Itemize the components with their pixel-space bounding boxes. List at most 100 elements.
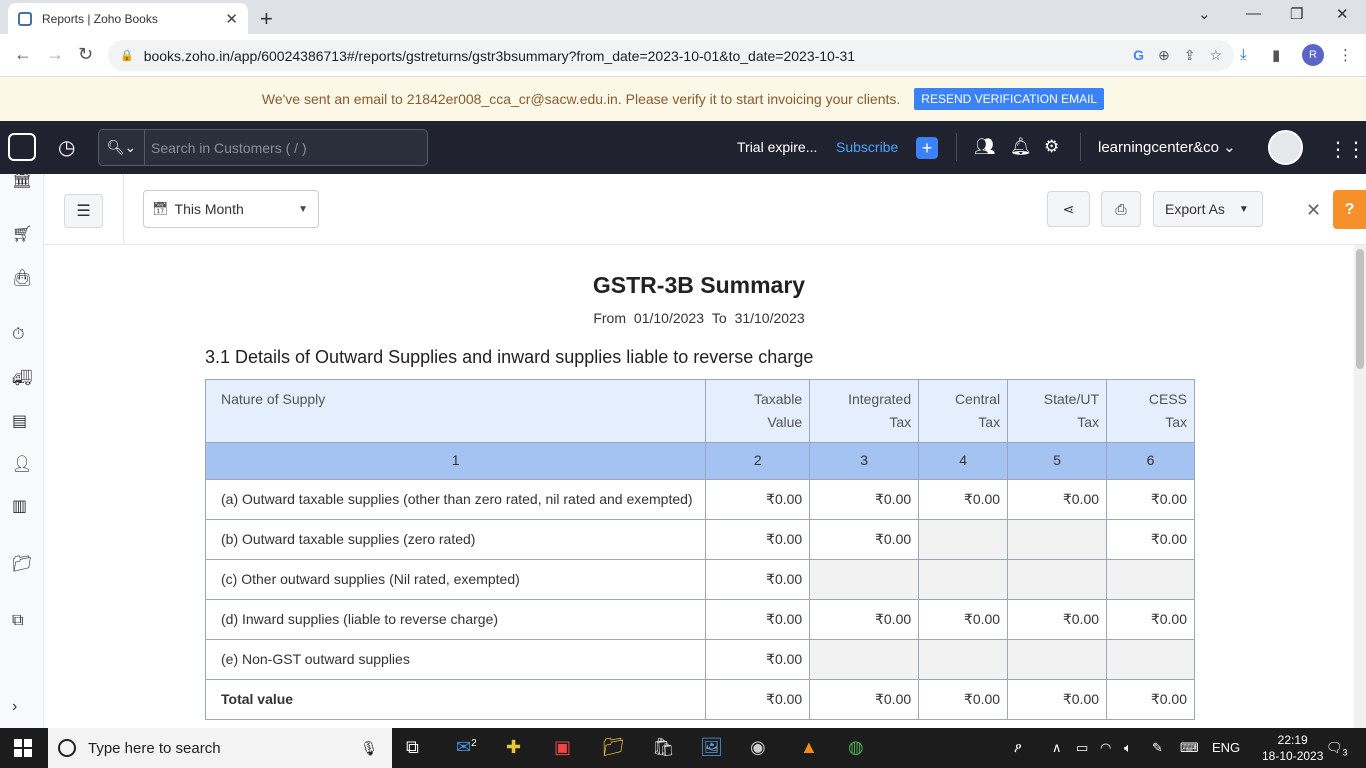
wifi-icon[interactable]: ◠: [1100, 740, 1111, 756]
people-icon[interactable]: ዖ: [1014, 740, 1022, 756]
notifications-icon[interactable]: 🗨︎3: [1326, 740, 1348, 758]
bank-icon[interactable]: 🏛︎: [12, 170, 32, 190]
date-range-select[interactable]: 📅︎ This Month ▼: [143, 190, 319, 228]
tax-document-icon[interactable]: ▤: [12, 411, 27, 431]
subscribe-link[interactable]: Subscribe: [836, 139, 898, 155]
search-input[interactable]: [145, 139, 405, 156]
timer-icon[interactable]: ⏱︎: [12, 326, 24, 344]
integrations-icon[interactable]: ⧉: [12, 612, 23, 630]
total-label: Total value: [204, 679, 707, 720]
new-tab-icon[interactable]: +: [260, 6, 273, 32]
search-icon[interactable]: 🔍︎⌄: [99, 130, 145, 165]
store-icon[interactable]: 🛍︎: [652, 737, 675, 758]
address-bar[interactable]: 🔒 books.zoho.in/app/60024386713#/reports…: [108, 40, 1234, 71]
tab-search-chevron-icon[interactable]: ⌄: [1198, 5, 1211, 23]
value-cell[interactable]: ₹0.00: [809, 519, 920, 560]
volume-muted-icon[interactable]: 🔈︎: [1124, 740, 1132, 756]
cart-icon[interactable]: 🛒︎: [12, 224, 32, 244]
reload-icon[interactable]: ↻: [78, 44, 93, 65]
share-button[interactable]: ⋖: [1047, 191, 1090, 227]
recent-history-icon[interactable]: ◷: [58, 135, 75, 160]
scrollbar-thumb[interactable]: [1356, 249, 1364, 369]
gear-icon[interactable]: ⚙: [1044, 137, 1059, 157]
report-menu-button[interactable]: ☰: [64, 194, 103, 228]
side-panel-icon[interactable]: ▮: [1272, 46, 1280, 64]
bookmark-star-icon[interactable]: ☆: [1209, 47, 1222, 64]
table-row: (c) Other outward supplies (Nil rated, e…: [204, 559, 1195, 600]
minimize-icon[interactable]: —: [1246, 5, 1261, 22]
app-icon[interactable]: ▣: [554, 737, 571, 758]
chrome-menu-icon[interactable]: ⋮: [1338, 46, 1353, 64]
zoho-books-logo-icon[interactable]: [8, 133, 36, 161]
keyboard-icon[interactable]: ⌨: [1180, 740, 1199, 756]
user-avatar[interactable]: [1268, 130, 1303, 165]
tray-chevron-up-icon[interactable]: ∧: [1052, 740, 1062, 756]
export-as-button[interactable]: Export As ▼: [1153, 191, 1263, 227]
browser-tab-strip: Reports | Zoho Books ✕ + ⌄ — ❐ ✕: [0, 0, 1366, 34]
restore-icon[interactable]: ❐: [1290, 5, 1303, 23]
folder-icon[interactable]: 📁︎: [12, 554, 32, 574]
value-cell[interactable]: ₹0.00: [705, 599, 811, 640]
supply-label: (a) Outward taxable supplies (other than…: [204, 479, 707, 520]
resend-verification-button[interactable]: RESEND VERIFICATION EMAIL: [914, 88, 1105, 110]
taskbar-search-placeholder: Type here to search: [88, 739, 221, 757]
value-cell[interactable]: ₹0.00: [1007, 479, 1108, 520]
value-cell[interactable]: ₹0.00: [809, 599, 920, 640]
language-indicator[interactable]: ENG: [1212, 740, 1240, 755]
download-icon[interactable]: ⤓: [1240, 46, 1247, 63]
mail-icon[interactable]: ✉2: [456, 737, 477, 758]
value-cell[interactable]: ₹0.00: [705, 479, 811, 520]
supply-label: (b) Outward taxable supplies (zero rated…: [204, 519, 707, 560]
value-cell[interactable]: ₹0.00: [705, 519, 811, 560]
microphone-icon[interactable]: 🎙︎: [360, 740, 378, 757]
users-icon[interactable]: 👥︎: [974, 137, 996, 157]
vlc-icon[interactable]: ▲: [800, 737, 818, 758]
quick-create-plus-icon[interactable]: +: [916, 137, 938, 159]
media-player-icon[interactable]: ◉: [750, 737, 766, 758]
windows-start-icon[interactable]: [14, 739, 32, 757]
chrome-icon[interactable]: ◍: [848, 737, 864, 758]
share-page-icon[interactable]: ⇪: [1184, 47, 1196, 64]
tab-close-icon[interactable]: ✕: [225, 10, 238, 28]
reports-chart-icon[interactable]: ▥: [12, 496, 27, 516]
expand-sidebar-chevron-icon[interactable]: ›: [12, 698, 17, 716]
forward-arrow-icon[interactable]: →: [46, 44, 64, 65]
bell-icon[interactable]: 🔔︎: [1010, 137, 1032, 157]
file-explorer-icon[interactable]: 📁︎: [602, 737, 625, 758]
left-sidebar: 🏛︎ 🛒︎ 👜︎ ⏱︎ 🚚︎ ▤ 👤︎ ▥ 📁︎ ⧉ ›: [0, 172, 44, 728]
bag-icon[interactable]: 👜︎: [12, 268, 32, 288]
app-header: ◷ 🔍︎⌄ Trial expire... Subscribe + 👥︎ 🔔︎ …: [0, 121, 1366, 174]
pen-icon[interactable]: ✎: [1152, 740, 1163, 756]
column-header-text: Tax: [1077, 414, 1100, 430]
help-button[interactable]: ?: [1333, 190, 1366, 229]
value-cell[interactable]: ₹0.00: [918, 479, 1009, 520]
zoom-icon[interactable]: ⊕: [1158, 47, 1170, 64]
value-cell[interactable]: ₹0.00: [1007, 599, 1108, 640]
page-scrollbar[interactable]: [1354, 245, 1366, 728]
organization-switcher[interactable]: learningcenter&co ⌄: [1098, 138, 1236, 156]
browser-tab[interactable]: Reports | Zoho Books ✕: [8, 3, 248, 34]
taskbar-search[interactable]: Type here to search 🎙︎: [48, 728, 392, 768]
value-cell[interactable]: ₹0.00: [918, 599, 1009, 640]
apps-grid-icon[interactable]: ⋮⋮⋮: [1328, 137, 1366, 162]
back-arrow-icon[interactable]: ←: [14, 44, 32, 65]
truck-icon[interactable]: 🚚︎: [12, 368, 32, 388]
photos-icon[interactable]: 🖼︎: [700, 737, 723, 758]
app-icon[interactable]: ✚: [506, 737, 521, 758]
window-close-icon[interactable]: ✕: [1336, 5, 1349, 23]
close-report-icon[interactable]: ✕: [1306, 200, 1321, 221]
accountant-icon[interactable]: 👤︎: [12, 454, 32, 474]
value-cell[interactable]: ₹0.00: [705, 559, 811, 600]
value-cell[interactable]: ₹0.00: [809, 479, 920, 520]
google-icon[interactable]: G: [1133, 47, 1144, 64]
value-cell[interactable]: ₹0.00: [1106, 479, 1195, 520]
battery-icon[interactable]: ▭: [1076, 740, 1088, 756]
task-view-icon[interactable]: ⧉: [406, 737, 419, 758]
value-cell[interactable]: ₹0.00: [1106, 519, 1195, 560]
print-button[interactable]: ⎙: [1101, 191, 1141, 227]
value-cell[interactable]: ₹0.00: [1106, 599, 1195, 640]
value-cell[interactable]: ₹0.00: [705, 639, 811, 680]
column-header: Central Tax: [918, 379, 1009, 443]
profile-avatar[interactable]: R: [1302, 44, 1324, 66]
taskbar-clock[interactable]: 22:19 18-10-2023: [1262, 732, 1323, 764]
